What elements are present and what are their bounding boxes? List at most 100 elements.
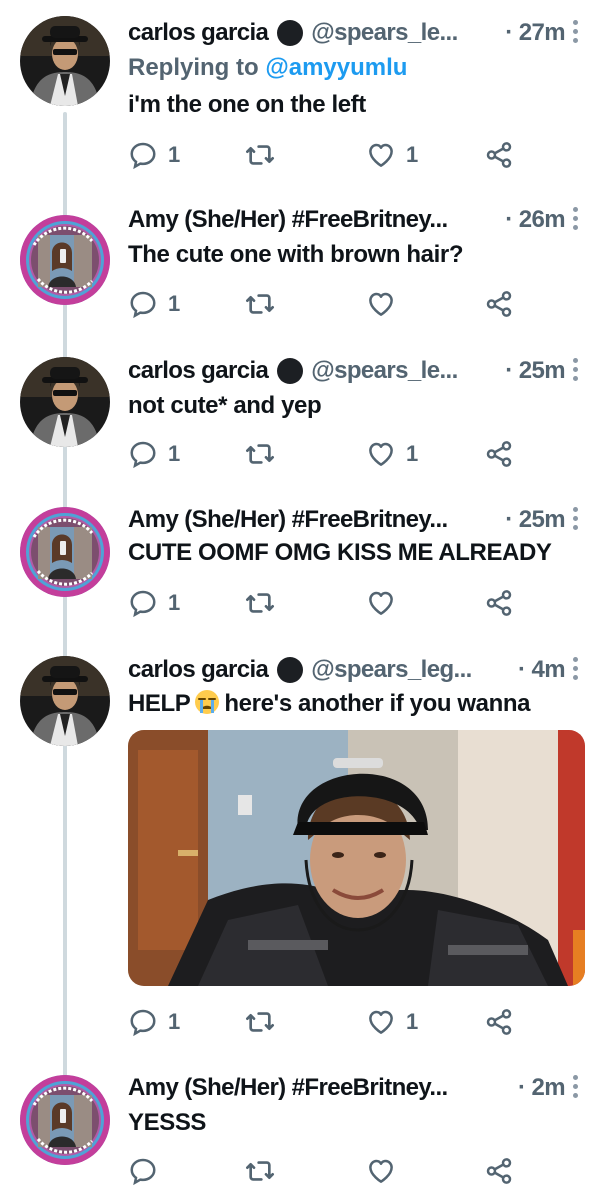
tweet-header: carlos garcia @spears_le... · 25m	[128, 354, 566, 388]
timestamp[interactable]: · 25m	[505, 506, 565, 534]
action-bar: 1 1	[128, 137, 528, 173]
tweet-header: Amy (She/Her) #FreeBritney... · 25m	[128, 503, 566, 537]
avatar-carlos[interactable]	[20, 16, 110, 106]
reply-icon	[128, 439, 158, 469]
reply-button[interactable]: 1	[128, 137, 180, 173]
retweet-icon	[244, 587, 276, 619]
replying-to-link[interactable]: @amyyumlu	[265, 54, 407, 81]
share-button[interactable]	[484, 585, 514, 621]
share-button[interactable]	[484, 436, 514, 472]
timestamp[interactable]: · 27m	[505, 19, 565, 47]
display-name[interactable]: Amy (She/Her) #FreeBritney...	[128, 1074, 448, 1102]
reply-button[interactable]: 1	[128, 585, 180, 621]
retweet-icon	[244, 438, 276, 470]
display-name[interactable]: carlos garcia	[128, 357, 269, 385]
action-bar	[128, 1153, 528, 1189]
like-icon	[366, 588, 396, 618]
reply-icon	[128, 289, 158, 319]
retweet-button[interactable]	[244, 286, 276, 322]
verified-circle-icon	[277, 657, 304, 683]
tweet-text: CUTE OOMF OMG KISS ME ALREADY	[128, 539, 552, 566]
reply-button[interactable]: 1	[128, 286, 180, 322]
reply-button[interactable]: 1	[128, 1004, 180, 1040]
display-name[interactable]: carlos garcia	[128, 656, 269, 684]
retweet-icon	[244, 1155, 276, 1187]
retweet-button[interactable]	[244, 137, 276, 173]
tweet-header: Amy (She/Her) #FreeBritney... · 26m	[128, 203, 566, 237]
verified-circle-icon	[277, 20, 304, 46]
retweet-button[interactable]	[244, 585, 276, 621]
more-icon[interactable]	[573, 358, 579, 385]
timestamp[interactable]: · 25m	[505, 357, 565, 385]
retweet-button[interactable]	[244, 1004, 276, 1040]
username[interactable]: @spears_leg...	[311, 656, 472, 684]
like-button[interactable]	[366, 585, 406, 621]
more-icon[interactable]	[573, 1075, 579, 1102]
verified-circle-icon	[277, 358, 304, 384]
action-bar: 1 1	[128, 436, 528, 472]
tweet-4[interactable]: Amy (She/Her) #FreeBritney... · 25m CUTE…	[0, 503, 605, 633]
reply-button[interactable]: 1	[128, 436, 180, 472]
tweet-6[interactable]: Amy (She/Her) #FreeBritney... · 2m YESSS	[0, 1071, 605, 1200]
tweet-2[interactable]: Amy (She/Her) #FreeBritney... · 26m The …	[0, 203, 605, 333]
tweet-1[interactable]: carlos garcia @spears_le... · 27m Replyi…	[0, 16, 605, 186]
loudly-crying-face-emoji	[195, 690, 220, 714]
reply-icon	[128, 140, 158, 170]
like-icon	[366, 140, 396, 170]
share-button[interactable]	[484, 286, 514, 322]
like-icon	[366, 289, 396, 319]
display-name[interactable]: Amy (She/Her) #FreeBritney...	[128, 206, 448, 234]
tweet-media-image[interactable]	[128, 730, 585, 986]
avatar-carlos[interactable]	[20, 656, 110, 746]
more-icon[interactable]	[573, 507, 579, 534]
like-button[interactable]: 1	[366, 137, 418, 173]
reply-button[interactable]	[128, 1153, 168, 1189]
like-button[interactable]: 1	[366, 436, 418, 472]
timestamp[interactable]: · 2m	[518, 1074, 566, 1102]
retweet-icon	[244, 288, 276, 320]
share-icon	[484, 439, 514, 469]
display-name[interactable]: Amy (She/Her) #FreeBritney...	[128, 506, 448, 534]
share-button[interactable]	[484, 137, 514, 173]
tweet-text: HELP here's another if you wanna	[128, 690, 531, 717]
avatar-amy[interactable]	[20, 1075, 110, 1165]
tweet-text: not cute* and yep	[128, 392, 322, 419]
like-button[interactable]	[366, 1153, 406, 1189]
retweet-button[interactable]	[244, 436, 276, 472]
username[interactable]: @spears_le...	[311, 357, 458, 385]
share-icon	[484, 289, 514, 319]
like-button[interactable]	[366, 286, 406, 322]
action-bar: 1	[128, 585, 528, 621]
more-icon[interactable]	[573, 207, 579, 234]
share-icon	[484, 140, 514, 170]
retweet-icon	[244, 1006, 276, 1038]
action-bar: 1 1	[128, 1004, 528, 1040]
reply-icon	[128, 588, 158, 618]
tweet-text: i'm the one on the left	[128, 91, 366, 118]
tweet-text: YESSS	[128, 1109, 207, 1136]
reply-icon	[128, 1007, 158, 1037]
reply-icon	[128, 1156, 158, 1186]
like-icon	[366, 1007, 396, 1037]
more-icon[interactable]	[573, 657, 579, 684]
tweet-3[interactable]: carlos garcia @spears_le... · 25m not cu…	[0, 354, 605, 484]
like-icon	[366, 439, 396, 469]
more-icon[interactable]	[573, 20, 579, 47]
share-button[interactable]	[484, 1004, 514, 1040]
timestamp[interactable]: · 4m	[518, 656, 566, 684]
tweet-header: carlos garcia @spears_leg... · 4m	[128, 653, 566, 687]
username[interactable]: @spears_le...	[311, 19, 458, 47]
replying-to: Replying to @amyyumlu	[128, 54, 408, 81]
display-name[interactable]: carlos garcia	[128, 19, 269, 47]
avatar-carlos[interactable]	[20, 357, 110, 447]
retweet-icon	[244, 139, 276, 171]
share-icon	[484, 1007, 514, 1037]
share-icon	[484, 588, 514, 618]
avatar-amy[interactable]	[20, 215, 110, 305]
timestamp[interactable]: · 26m	[505, 206, 565, 234]
tweet-header: Amy (She/Her) #FreeBritney... · 2m	[128, 1071, 566, 1105]
like-button[interactable]: 1	[366, 1004, 418, 1040]
avatar-amy[interactable]	[20, 507, 110, 597]
retweet-button[interactable]	[244, 1153, 276, 1189]
share-button[interactable]	[484, 1153, 514, 1189]
